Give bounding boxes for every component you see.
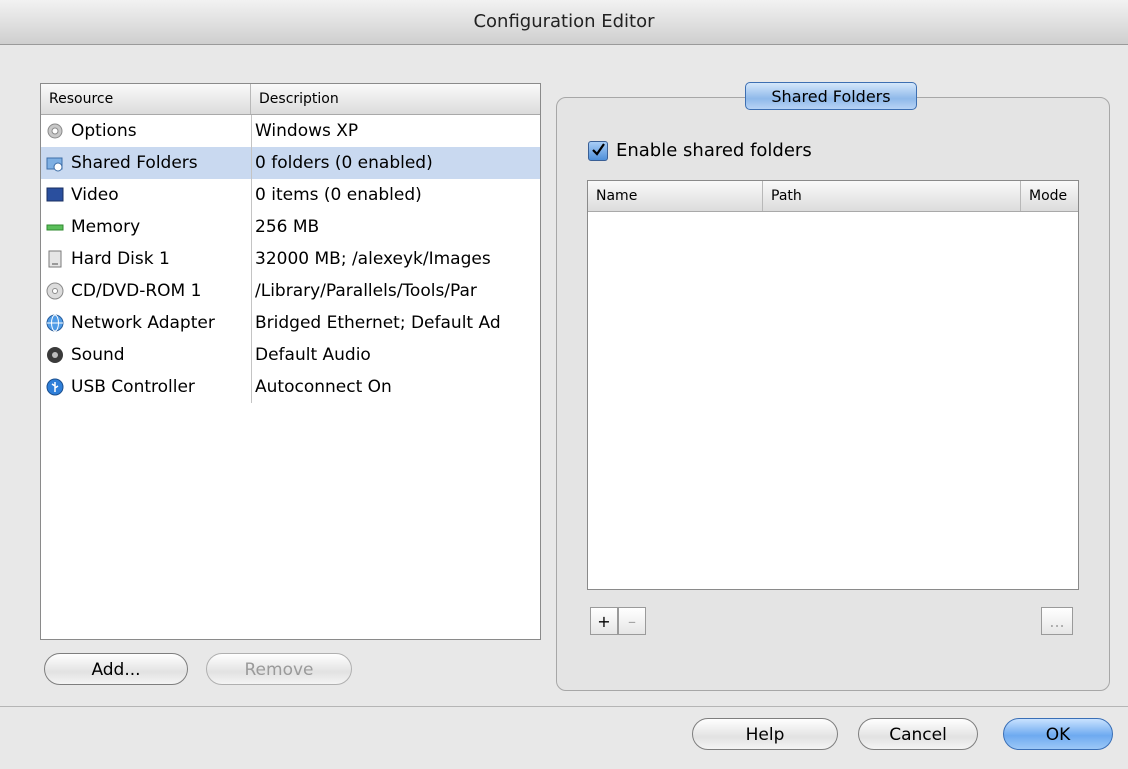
resource-description: 0 items (0 enabled) [255,185,422,205]
cancel-button[interactable]: Cancel [858,718,978,750]
resource-row-options[interactable]: Options Windows XP [41,115,540,147]
ok-button[interactable]: OK [1003,718,1113,750]
resource-row-sound[interactable]: Sound Default Audio [41,339,540,371]
resource-name: Network Adapter [71,313,215,333]
cd-icon [46,282,64,300]
shared-folders-table: Name Path Mode [587,180,1079,590]
resource-row-usb-controller[interactable]: USB Controller Autoconnect On [41,371,540,403]
mode-column-header[interactable]: Mode [1021,181,1078,211]
checkbox-checked-icon[interactable] [588,141,608,161]
resource-description: 32000 MB; /alexeyk/Images [255,249,491,269]
resource-row-hard-disk-1[interactable]: Hard Disk 1 32000 MB; /alexeyk/Images [41,243,540,275]
resource-description: 256 MB [255,217,320,237]
remove-shared-folder-button[interactable]: – [618,607,646,635]
configuration-editor-window: Configuration Editor Resource Descriptio… [0,0,1128,769]
resource-row-network-adapter[interactable]: Network Adapter Bridged Ethernet; Defaul… [41,307,540,339]
shared-folders-group-title: Shared Folders [745,82,917,110]
resource-row-video[interactable]: Video 0 items (0 enabled) [41,179,540,211]
resource-name: Options [71,121,137,141]
monitor-icon [46,187,64,202]
resource-table: Resource Description Options Windows XP … [40,83,541,640]
shared-folders-table-header: Name Path Mode [588,181,1078,212]
path-column-header[interactable]: Path [763,181,1021,211]
resource-row-cd-dvd-rom-1[interactable]: CD/DVD-ROM 1 /Library/Parallels/Tools/Pa… [41,275,540,307]
resource-description: Default Audio [255,345,371,365]
resource-name: CD/DVD-ROM 1 [71,281,202,301]
shared-folder-icon [46,157,63,172]
gear-icon [47,123,63,139]
resource-name: Shared Folders [71,153,198,173]
remove-resource-button[interactable]: Remove [206,653,352,685]
usb-icon [46,378,64,396]
resource-description: Windows XP [255,121,359,141]
resource-column-header[interactable]: Resource [41,84,251,114]
resource-name: Sound [71,345,125,365]
footer-separator [0,706,1128,707]
hard-disk-icon [48,250,62,268]
enable-shared-folders-label: Enable shared folders [616,140,812,161]
resource-row-memory[interactable]: Memory 256 MB [41,211,540,243]
resource-name: Video [71,185,119,205]
resource-row-shared-folders[interactable]: Shared Folders 0 folders (0 enabled) [41,147,540,179]
resource-table-header: Resource Description [41,84,540,115]
edit-shared-folder-button[interactable]: ... [1041,607,1073,635]
description-column-header[interactable]: Description [251,84,540,114]
resource-description: 0 folders (0 enabled) [255,153,433,173]
resource-description: /Library/Parallels/Tools/Par [255,281,477,301]
network-icon [46,314,64,332]
name-column-header[interactable]: Name [588,181,763,211]
resource-name: Memory [71,217,141,237]
memory-icon [46,224,64,231]
help-button[interactable]: Help [692,718,838,750]
speaker-icon [47,347,63,363]
resource-description: Autoconnect On [255,377,392,397]
resource-name: Hard Disk 1 [71,249,170,269]
window-title: Configuration Editor [0,0,1128,45]
add-shared-folder-button[interactable]: + [590,607,618,635]
resource-description: Bridged Ethernet; Default Ad [255,313,501,333]
add-resource-button[interactable]: Add... [44,653,188,685]
resource-name: USB Controller [71,377,195,397]
